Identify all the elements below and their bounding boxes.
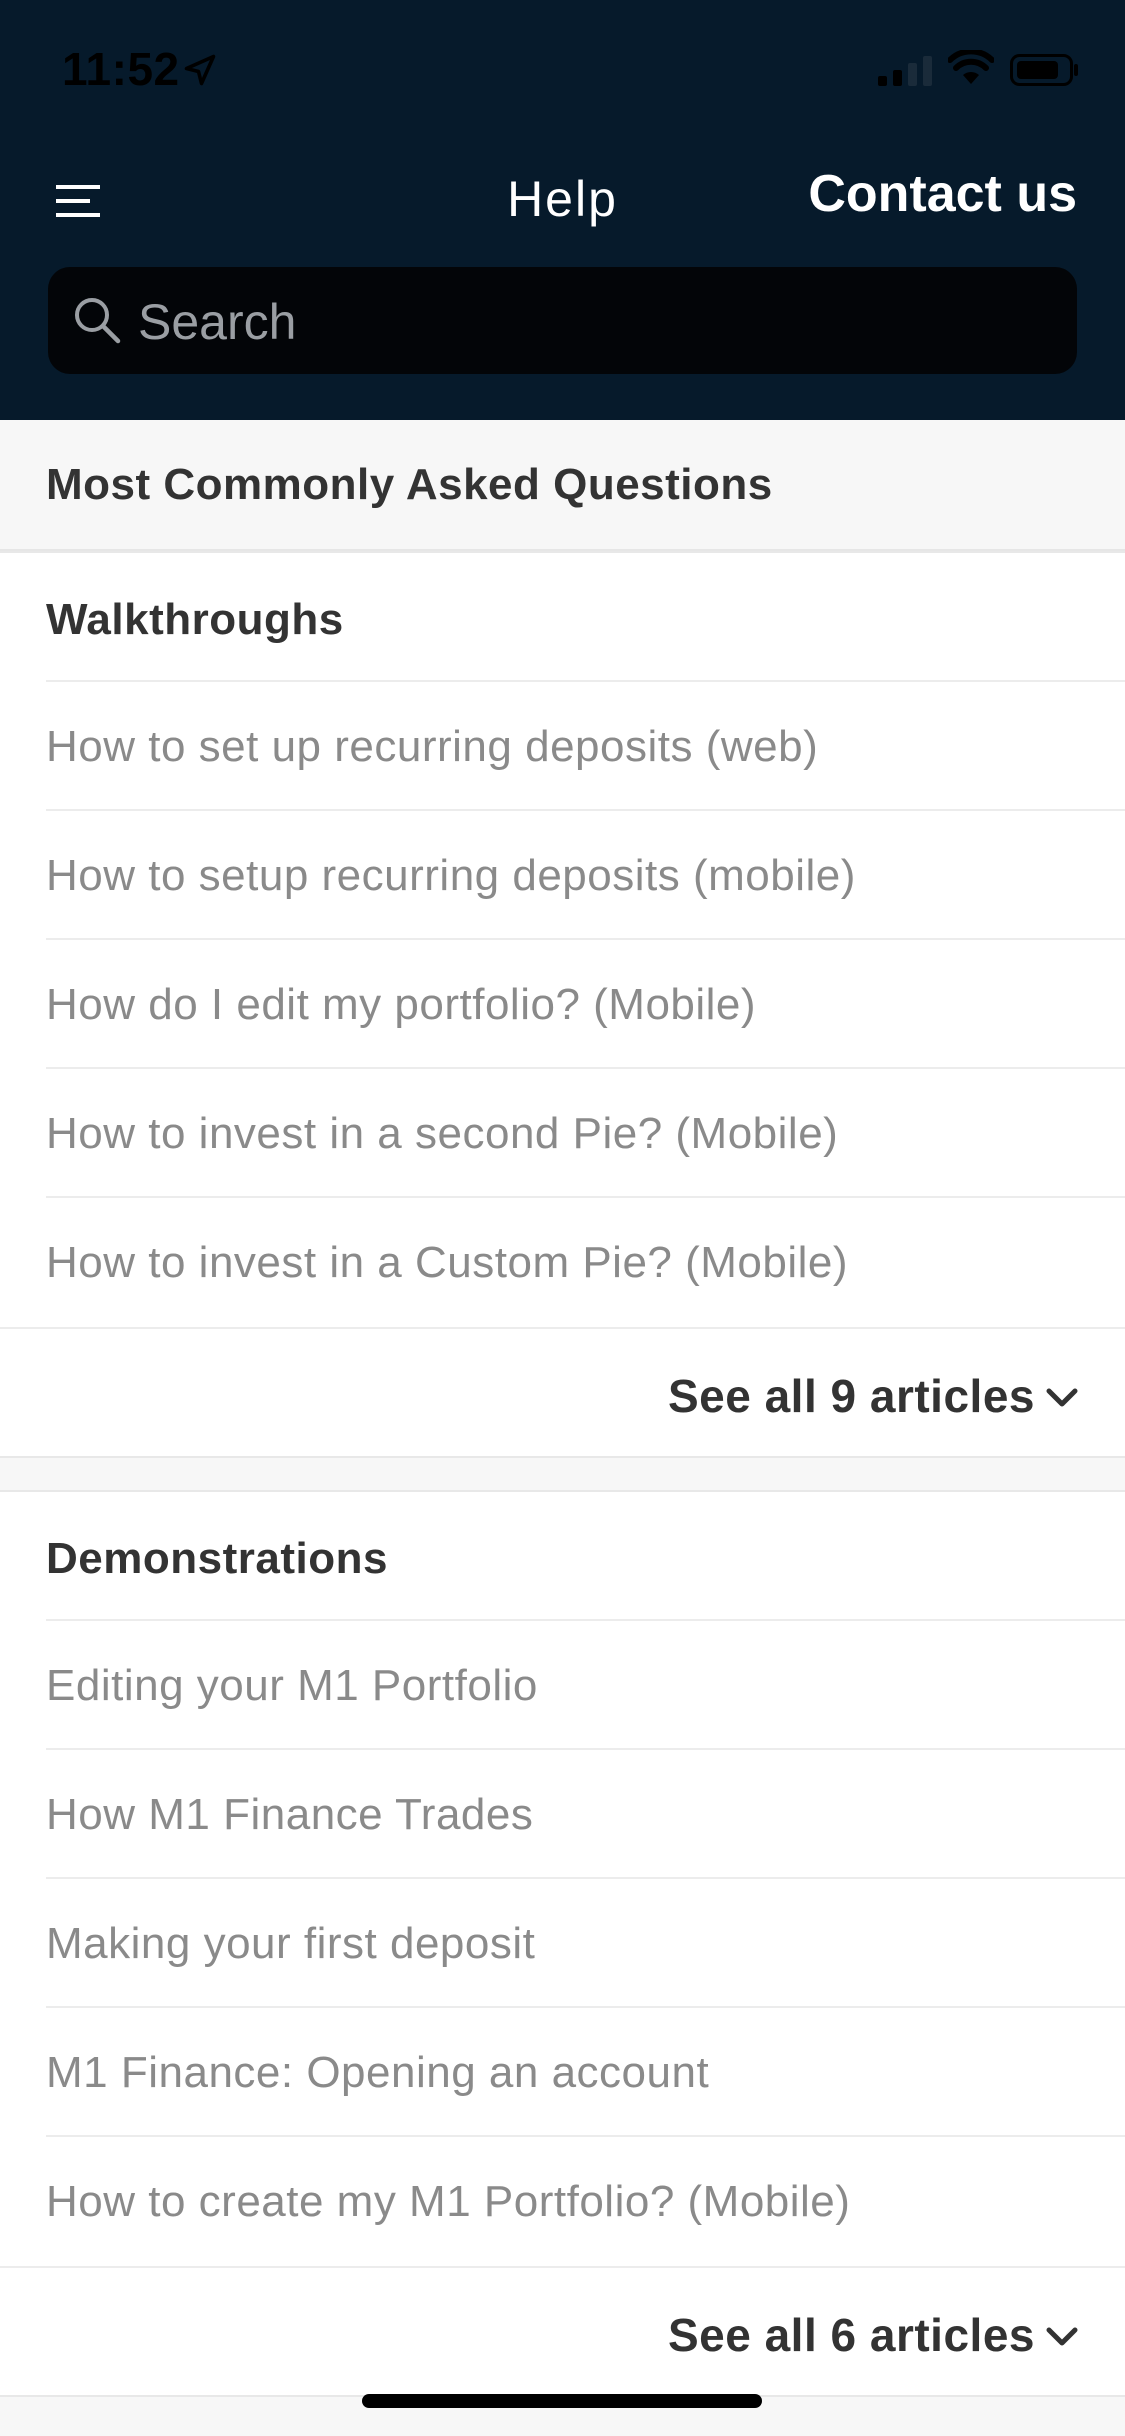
article-link[interactable]: How to invest in a second Pie? (Mobile)	[46, 1109, 838, 1159]
card-title: Demonstrations	[46, 1492, 1125, 1621]
article-link[interactable]: Editing your M1 Portfolio	[46, 1661, 538, 1711]
search-input[interactable]	[136, 267, 1040, 376]
search-bar[interactable]	[48, 267, 1077, 376]
see-all-label[interactable]: See all 9 articles	[668, 1369, 1035, 1423]
chevron-down-icon	[1046, 1388, 1078, 1407]
walkthroughs-title: Walkthroughs	[46, 595, 344, 644]
article-link[interactable]: M1 Finance: Opening an account	[46, 2048, 709, 2098]
card-title: Walkthroughs	[46, 553, 1125, 682]
cellular-signal-icon	[878, 56, 932, 86]
demonstrations-title: Demonstrations	[46, 1534, 388, 1583]
section-heading: Most Commonly Asked Questions	[0, 420, 1125, 551]
article-item[interactable]: Making your first deposit	[46, 1879, 1125, 2008]
see-all-label[interactable]: See all 6 articles	[668, 2308, 1035, 2362]
search-icon	[75, 298, 121, 344]
see-all-walkthroughs-button[interactable]: See all 9 articles	[0, 1327, 1125, 1456]
section-heading-label: Most Commonly Asked Questions	[46, 460, 773, 509]
article-item[interactable]: How to set up recurring deposits (web)	[46, 682, 1125, 811]
status-bar: 11:52	[0, 0, 1125, 140]
battery-icon	[1010, 54, 1078, 86]
article-item[interactable]: How to invest in a second Pie? (Mobile)	[46, 1069, 1125, 1198]
article-item[interactable]: M1 Finance: Opening an account	[46, 2008, 1125, 2137]
article-link[interactable]: How M1 Finance Trades	[46, 1790, 533, 1840]
wifi-icon	[948, 50, 994, 84]
location-arrow-icon	[184, 54, 216, 86]
article-link[interactable]: How to invest in a Custom Pie? (Mobile)	[46, 1238, 848, 1288]
chevron-down-icon	[1046, 2327, 1078, 2346]
article-link[interactable]: How to set up recurring deposits (web)	[46, 722, 818, 772]
article-link[interactable]: How do I edit my portfolio? (Mobile)	[46, 980, 756, 1030]
contact-us-button[interactable]: Contact us	[808, 164, 1077, 224]
demonstrations-card: Demonstrations Editing your M1 Portfolio…	[0, 1490, 1125, 2397]
article-item[interactable]: How to create my M1 Portfolio? (Mobile)	[0, 2137, 1125, 2266]
home-indicator	[362, 2394, 762, 2408]
article-item[interactable]: How to invest in a Custom Pie? (Mobile)	[0, 1198, 1125, 1327]
app-header: 11:52 Help Contact us	[0, 0, 1125, 420]
article-item[interactable]: How do I edit my portfolio? (Mobile)	[46, 940, 1125, 1069]
article-link[interactable]: How to setup recurring deposits (mobile)	[46, 851, 856, 901]
article-link[interactable]: Making your first deposit	[46, 1919, 535, 1969]
article-item[interactable]: How to setup recurring deposits (mobile)	[46, 811, 1125, 940]
article-item[interactable]: How M1 Finance Trades	[46, 1750, 1125, 1879]
article-link[interactable]: How to create my M1 Portfolio? (Mobile)	[46, 2177, 850, 2227]
article-item[interactable]: Editing your M1 Portfolio	[46, 1621, 1125, 1750]
status-time: 11:52	[62, 43, 180, 95]
walkthroughs-card: Walkthroughs How to set up recurring dep…	[0, 551, 1125, 1458]
see-all-demonstrations-button[interactable]: See all 6 articles	[0, 2266, 1125, 2395]
